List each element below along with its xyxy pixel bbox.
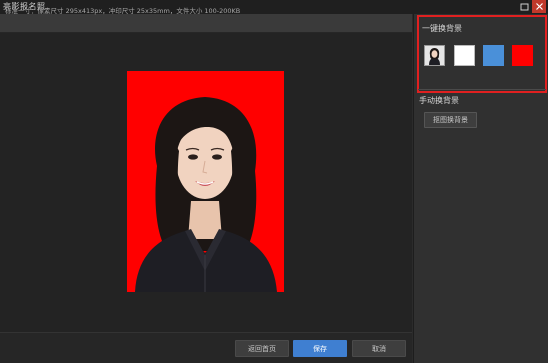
cutout-background-button[interactable]: 抠图换背景 bbox=[424, 112, 477, 128]
close-icon bbox=[535, 3, 543, 10]
thumbnail-portrait-icon bbox=[425, 46, 444, 65]
swatch-original-photo[interactable] bbox=[424, 45, 445, 66]
manual-background-title: 手动换背景 bbox=[419, 96, 459, 105]
footer-bar bbox=[0, 332, 412, 363]
swatch-white[interactable] bbox=[454, 45, 475, 66]
portrait-image bbox=[127, 71, 284, 292]
swatch-blue[interactable] bbox=[483, 45, 504, 66]
spec-bar bbox=[0, 14, 412, 33]
close-button[interactable] bbox=[532, 0, 546, 13]
panel-divider bbox=[418, 89, 546, 90]
cancel-button[interactable]: 取消 bbox=[352, 340, 406, 357]
id-photo-preview bbox=[127, 71, 284, 292]
swatch-red[interactable] bbox=[512, 45, 533, 66]
one-click-background-title: 一键换背景 bbox=[422, 24, 462, 33]
save-button[interactable]: 保存 bbox=[293, 340, 347, 357]
maximize-button[interactable] bbox=[517, 0, 531, 13]
back-home-button[interactable]: 返回首页 bbox=[235, 340, 289, 357]
photo-spec-text: 标准一寸：像素尺寸 295x413px，冲印尺寸 25x35mm，文件大小 10… bbox=[5, 7, 241, 15]
maximize-icon bbox=[520, 3, 528, 10]
